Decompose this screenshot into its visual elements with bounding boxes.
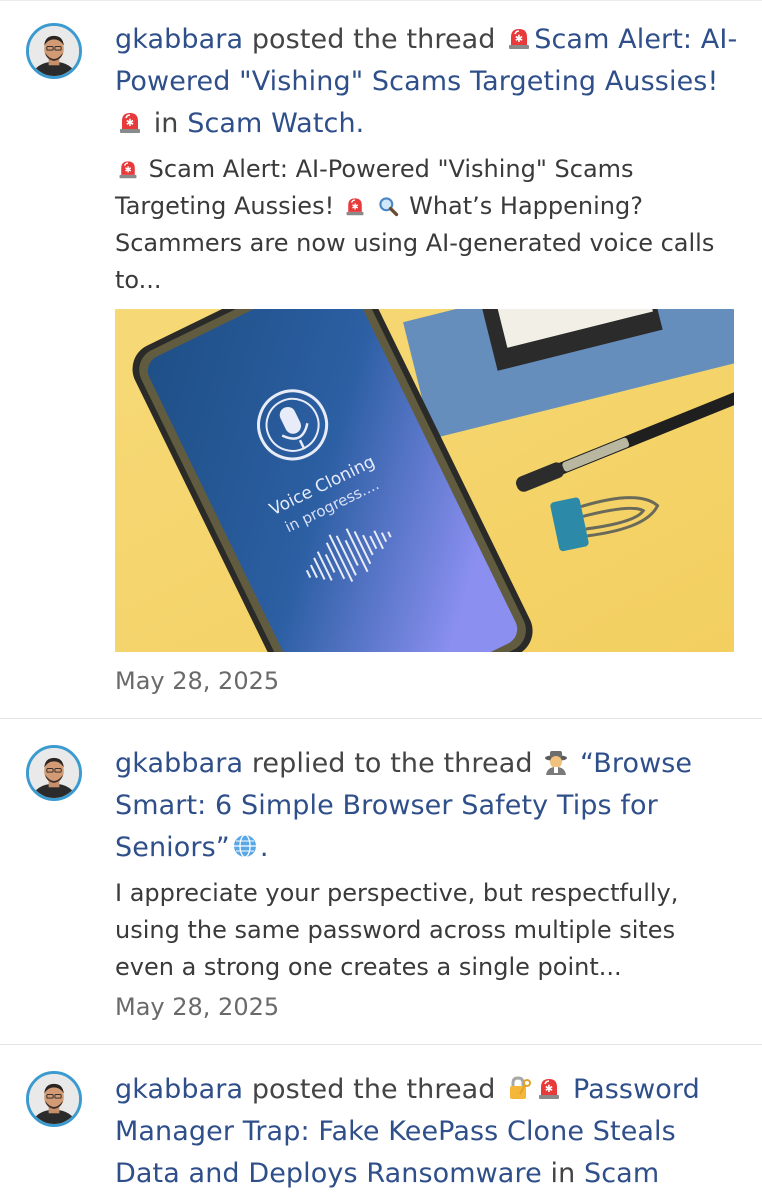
activity-headline: gkabbara replied to the thread “Browse S…	[115, 746, 693, 863]
activity-headline: gkabbara posted the thread ✱ Scam Alert: …	[115, 19, 738, 145]
svg-text:✱: ✱	[545, 1084, 553, 1095]
in-text: in	[550, 1158, 576, 1189]
svg-text:✱: ✱	[126, 118, 134, 129]
post-date[interactable]: May 28, 2025	[115, 990, 738, 1024]
reply-snippet: I appreciate your perspective, but respe…	[115, 879, 679, 981]
siren-emoji-icon: ✱	[117, 106, 143, 133]
svg-text:✱: ✱	[515, 34, 523, 45]
siren-emoji-icon: ✱	[344, 191, 366, 216]
feed-item: gkabbara posted the thread ✱ Scam Alert: …	[0, 0, 762, 718]
username-link[interactable]: gkabbara	[115, 748, 243, 779]
avatar[interactable]	[26, 23, 82, 79]
forum-link[interactable]: Scam Watch.	[187, 108, 364, 139]
action-text: posted the thread	[251, 1074, 496, 1105]
siren-emoji-icon: ✱	[117, 154, 139, 179]
post-thumbnail-image[interactable]: Voice Cloning in progress....	[115, 309, 734, 652]
avatar[interactable]	[26, 745, 82, 801]
in-text: in	[153, 108, 179, 139]
magnifier-emoji-icon	[377, 191, 399, 217]
globe-emoji-icon	[232, 830, 258, 858]
activity-feed: gkabbara posted the thread ✱ Scam Alert: …	[0, 0, 762, 1200]
post-date[interactable]: May 28, 2025	[115, 664, 738, 698]
svg-text:✱: ✱	[124, 164, 131, 174]
username-link[interactable]: gkabbara	[115, 24, 243, 55]
action-text: replied to the thread	[251, 748, 533, 779]
siren-emoji-icon: ✱	[506, 22, 532, 49]
avatar[interactable]	[26, 1071, 82, 1127]
feed-item: gkabbara replied to the thread “Browse S…	[0, 718, 762, 1044]
activity-headline: gkabbara posted the thread ✱ Password Ma…	[115, 1069, 738, 1195]
locked-with-key-emoji-icon	[506, 1072, 532, 1099]
detective-emoji-icon	[543, 746, 569, 775]
siren-emoji-icon: ✱	[536, 1072, 562, 1099]
svg-text:✱: ✱	[351, 201, 358, 211]
feed-item: gkabbara posted the thread ✱ Password Ma…	[0, 1044, 762, 1200]
forum-link[interactable]: Scam	[584, 1158, 659, 1189]
post-snippet: ✱ Scam Alert: AI-Powered "Vishing" Scams…	[115, 151, 738, 299]
action-text: posted the thread	[251, 24, 496, 55]
username-link[interactable]: gkabbara	[115, 1074, 243, 1105]
